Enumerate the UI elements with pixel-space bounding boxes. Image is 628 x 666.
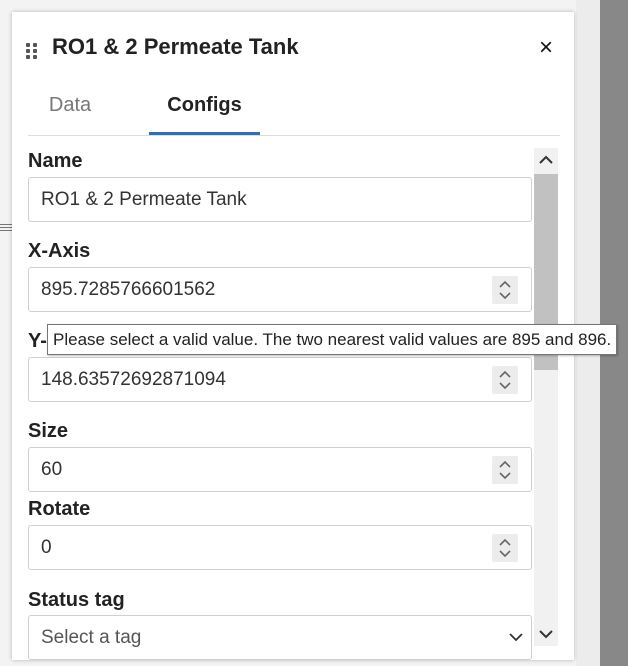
form-scrollbar[interactable] [534,148,558,646]
size-value: 60 [41,459,63,480]
spinner-arrows-icon[interactable] [492,534,518,562]
rotate-value: 0 [41,537,52,558]
name-value: RO1 & 2 Permeate Tank [41,189,247,210]
x-axis-value: 895.7285766601562 [41,279,216,300]
drag-handle-icon[interactable] [26,43,38,59]
name-input[interactable]: RO1 & 2 Permeate Tank [28,177,532,222]
status-tag-label: Status tag [28,589,125,611]
config-form: Name RO1 & 2 Permeate Tank X-Axis 895.72… [28,148,548,660]
size-label: Size [28,420,69,442]
y-axis-label: Y- [28,330,47,352]
chevron-down-icon [509,633,523,642]
validation-tooltip: Please select a valid value. The two nea… [47,324,618,355]
spinner-arrows-icon[interactable] [492,366,518,394]
rotate-label: Rotate [28,498,91,520]
tab-data[interactable]: Data [28,88,112,135]
status-tag-placeholder: Select a tag [41,627,142,648]
close-icon[interactable]: × [534,36,558,60]
status-tag-select[interactable]: Select a tag [28,615,532,660]
panel-header: RO1 & 2 Permeate Tank × [12,12,574,82]
rotate-input[interactable]: 0 [28,525,532,570]
y-axis-value: 148.63572692871094 [41,369,226,390]
menu-lines-icon [0,224,12,234]
name-label: Name [28,150,83,172]
x-axis-label: X-Axis [28,240,91,262]
tab-configs[interactable]: Configs [149,88,260,135]
tab-bar: Data Configs [28,88,560,136]
y-axis-input[interactable]: 148.63572692871094 [28,357,532,402]
spinner-arrows-icon[interactable] [492,456,518,484]
size-input[interactable]: 60 [28,447,532,492]
scroll-down-icon[interactable] [534,622,558,646]
panel-title: RO1 & 2 Permeate Tank [52,34,299,59]
scroll-up-icon[interactable] [534,148,558,172]
x-axis-input[interactable]: 895.7285766601562 [28,267,532,312]
spinner-arrows-icon[interactable] [492,276,518,304]
